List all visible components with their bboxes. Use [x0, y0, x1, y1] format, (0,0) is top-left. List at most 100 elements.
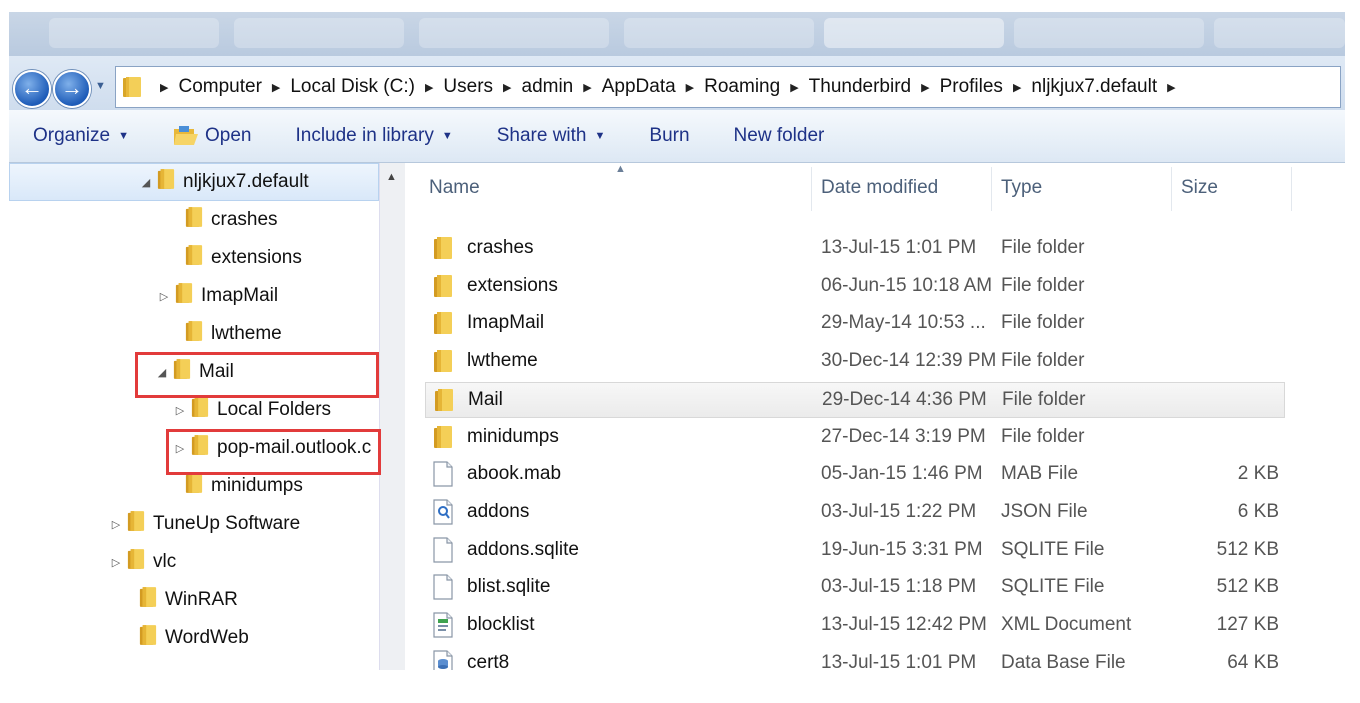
open-button[interactable]: Open [173, 125, 251, 147]
breadcrumb-item[interactable]: Local Disk (C:) [290, 76, 415, 98]
address-bar[interactable]: ▶ Computer ▶ Local Disk (C:) ▶ Users ▶ admin ▶ Ap… [115, 66, 1341, 108]
expand-arrow-icon[interactable]: ▷ [157, 290, 171, 303]
file-date-modified: 19-Jun-15 3:31 PM [821, 538, 983, 560]
breadcrumb-item[interactable]: Profiles [940, 76, 1003, 98]
back-button[interactable]: ← [13, 70, 51, 108]
sort-ascending-icon: ▲ [615, 163, 626, 175]
file-type: File folder [1001, 274, 1085, 296]
folder-icon [434, 387, 454, 419]
nav-item[interactable]: ▷ vlc [109, 545, 176, 579]
column-name[interactable]: Name [429, 177, 480, 199]
collapse-arrow-icon[interactable]: ◢ [139, 176, 153, 189]
recent-pages-dropdown-icon[interactable]: ▼ [95, 80, 106, 92]
column-divider[interactable] [811, 167, 812, 211]
breadcrumb-separator-icon[interactable]: ▶ [921, 81, 929, 94]
expand-arrow-icon[interactable]: ▷ [109, 556, 123, 569]
file-row[interactable]: Mail 29-Dec-14 4:36 PM File folder [425, 381, 1285, 419]
file-name: abook.mab [467, 463, 562, 485]
file-date-modified: 05-Jan-15 1:46 PM [821, 463, 983, 485]
nav-scrollbar[interactable]: ▲ [379, 163, 405, 670]
forward-button[interactable]: → [53, 70, 91, 108]
file-row[interactable]: extensions 06-Jun-15 10:18 AM File folder [425, 269, 1285, 305]
breadcrumb-separator-icon[interactable]: ▶ [686, 81, 694, 94]
file-type: SQLITE File [1001, 576, 1105, 598]
folder-icon [433, 348, 453, 380]
include-in-library-button[interactable]: Include in library ▼ [295, 125, 452, 147]
column-date-modified[interactable]: Date modified [821, 177, 938, 199]
nav-item[interactable]: WinRAR [121, 583, 238, 617]
file-size: 512 KB [1216, 576, 1279, 598]
burn-button[interactable]: Burn [649, 125, 689, 147]
breadcrumb-separator-icon[interactable]: ▶ [160, 81, 168, 94]
breadcrumb-item[interactable]: AppData [602, 76, 676, 98]
expand-arrow-icon[interactable]: ▷ [109, 518, 123, 531]
folder-icon [175, 282, 193, 310]
nav-item[interactable]: WordWeb [121, 621, 249, 655]
breadcrumb-item[interactable]: Users [443, 76, 493, 98]
file-type: MAB File [1001, 463, 1079, 485]
file-type: JSON File [1001, 500, 1088, 522]
file-row[interactable]: crashes 13-Jul-15 1:01 PM File folder [425, 231, 1285, 267]
nav-item[interactable]: ▷ Local Folders [173, 393, 331, 427]
open-folder-icon [174, 126, 198, 145]
breadcrumb-separator-icon[interactable]: ▶ [425, 81, 433, 94]
breadcrumb-separator-icon[interactable]: ▶ [1013, 81, 1021, 94]
nav-item[interactable]: ◢ nljkjux7.default [139, 165, 309, 199]
json-file-icon [433, 499, 453, 531]
file-row[interactable]: blist.sqlite 03-Jul-15 1:18 PM SQLITE File… [425, 570, 1285, 606]
breadcrumb-item[interactable]: nljkjux7.default [1031, 76, 1157, 98]
file-row[interactable]: blocklist 13-Jul-15 12:42 PM XML Document 1… [425, 608, 1285, 644]
breadcrumb-item[interactable]: Computer [178, 76, 261, 98]
column-divider[interactable] [991, 167, 992, 211]
file-row[interactable]: lwtheme 30-Dec-14 12:39 PM File folder [425, 344, 1285, 380]
file-name: extensions [467, 274, 558, 296]
breadcrumb-item[interactable]: Thunderbird [809, 76, 911, 98]
background-tab [1214, 18, 1345, 48]
file-row[interactable]: ImapMail 29-May-14 10:53 ... File folder [425, 306, 1285, 342]
nav-item[interactable]: extensions [167, 241, 302, 275]
breadcrumb-item[interactable]: Roaming [704, 76, 780, 98]
breadcrumb-separator-icon[interactable]: ▶ [1167, 81, 1175, 94]
file-size: 64 KB [1227, 651, 1279, 670]
organize-label: Organize [33, 125, 111, 146]
breadcrumb-separator-icon[interactable]: ▶ [790, 81, 798, 94]
file-row[interactable]: addons 03-Jul-15 1:22 PM JSON File 6 KB [425, 495, 1285, 531]
breadcrumb-separator-icon[interactable]: ▶ [272, 81, 280, 94]
file-date-modified: 13-Jul-15 1:01 PM [821, 237, 977, 258]
file-date-modified: 30-Dec-14 12:39 PM [821, 350, 997, 372]
file-icon [433, 574, 453, 606]
breadcrumb-separator-icon[interactable]: ▶ [583, 81, 591, 94]
column-type[interactable]: Type [1001, 177, 1042, 199]
nav-item[interactable]: ▷ ImapMail [157, 279, 278, 313]
column-size[interactable]: Size [1181, 177, 1218, 199]
folder-icon [123, 77, 141, 97]
file-name: blocklist [467, 614, 535, 635]
file-row[interactable]: addons.sqlite 19-Jun-15 3:31 PM SQLITE Fil… [425, 533, 1285, 569]
file-type: XML Document [1001, 614, 1132, 635]
share-with-button[interactable]: Share with ▼ [497, 125, 606, 147]
breadcrumb-separator-icon[interactable]: ▶ [503, 81, 511, 94]
background-tab [1014, 18, 1204, 48]
chevron-down-icon: ▼ [441, 130, 453, 142]
new-folder-button[interactable]: New folder [734, 125, 825, 147]
nav-item[interactable]: crashes [167, 203, 278, 237]
expand-arrow-icon[interactable]: ▷ [173, 404, 187, 417]
nav-item-label: WinRAR [165, 589, 238, 610]
breadcrumb-item[interactable]: admin [522, 76, 574, 98]
scroll-up-arrow-icon[interactable]: ▲ [386, 171, 397, 183]
file-row[interactable]: abook.mab 05-Jan-15 1:46 PM MAB File 2 KB [425, 457, 1285, 493]
file-row[interactable]: cert8 13-Jul-15 1:01 PM Data Base File 64 K… [425, 646, 1285, 670]
file-name: addons [467, 500, 530, 522]
nav-item[interactable]: ▷ TuneUp Software [109, 507, 300, 541]
file-size: 2 KB [1237, 463, 1279, 485]
nav-item-label: nljkjux7.default [183, 171, 309, 192]
file-row[interactable]: minidumps 27-Dec-14 3:19 PM File folder [425, 420, 1285, 456]
folder-icon [127, 548, 145, 576]
nav-item[interactable]: lwtheme [167, 317, 282, 351]
organize-button[interactable]: Organize ▼ [33, 125, 129, 147]
background-tab [49, 18, 219, 48]
nav-item-label: WordWeb [165, 627, 249, 648]
column-divider[interactable] [1291, 167, 1292, 211]
file-size: 6 KB [1237, 500, 1279, 522]
column-divider[interactable] [1171, 167, 1172, 211]
